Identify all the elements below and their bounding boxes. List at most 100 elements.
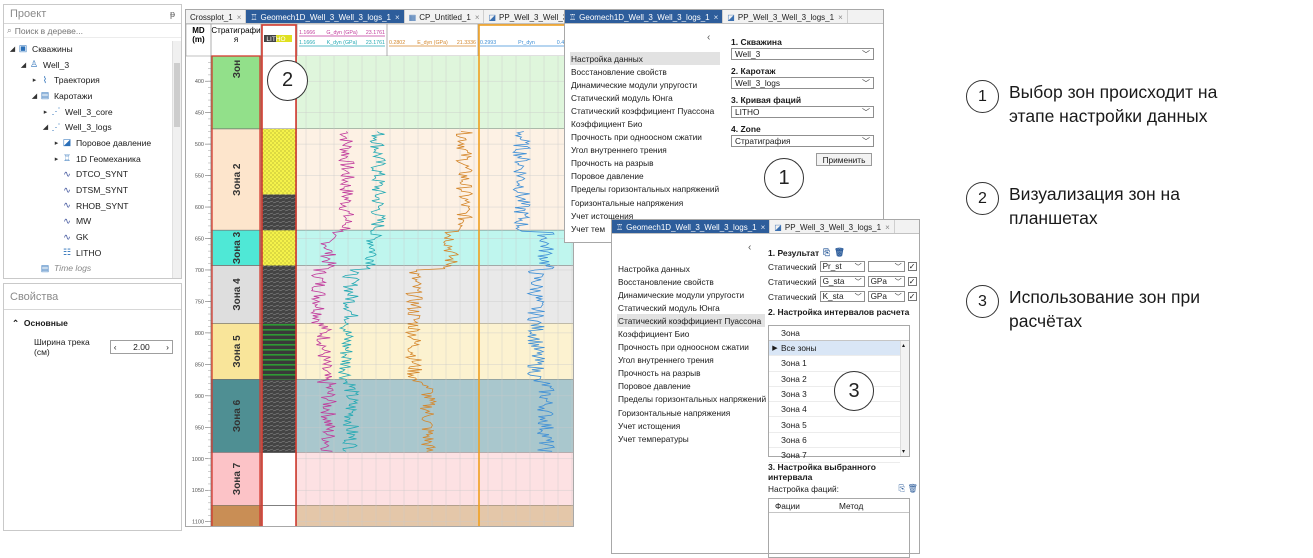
- tree-item[interactable]: ▸ ◪ Поровое давление: [4, 135, 172, 151]
- settings-menu-item[interactable]: Горизонтальные напряжения: [617, 406, 765, 419]
- settings-menu-item[interactable]: Восстановление свойств: [570, 65, 720, 78]
- tree-item[interactable]: ◢ ▣ Скважины: [4, 41, 172, 57]
- tree-item[interactable]: ∿ MW: [4, 214, 172, 230]
- tree-item[interactable]: ◢ ⋰ Well_3_logs: [4, 119, 172, 135]
- expand-icon[interactable]: ▸: [52, 155, 61, 163]
- zone-row[interactable]: ▶ Все зоны: [769, 341, 900, 357]
- collapse-icon[interactable]: ◢: [41, 123, 50, 131]
- tab[interactable]: ◪PP_Well_3_Well_3_logs_1×: [484, 10, 573, 23]
- settings-menu-item[interactable]: Статический коэффициент Пуассона: [570, 104, 720, 117]
- collapse-icon[interactable]: ◢: [8, 45, 17, 53]
- tree-item[interactable]: ▸ ⋰ Well_3_core: [4, 104, 172, 120]
- result-curve-select[interactable]: Pr_st ﹀: [819, 261, 865, 272]
- close-icon[interactable]: ×: [838, 13, 843, 22]
- tree-item[interactable]: ▸ ⌇ Траектория: [4, 72, 172, 88]
- expand-icon[interactable]: ▸: [30, 76, 39, 84]
- tab[interactable]: ◪PP_Well_3_Well_3_logs_1×: [770, 220, 895, 233]
- field-select[interactable]: Well_3_logs ﹀: [731, 77, 874, 89]
- settings-menu-item[interactable]: Прочность на разрыв: [617, 367, 765, 380]
- settings-menu-item[interactable]: Поровое давление: [617, 380, 765, 393]
- settings-menu-item[interactable]: Поровое давление: [570, 170, 720, 183]
- close-icon[interactable]: ×: [885, 223, 890, 232]
- result-unit-select[interactable]: GPa ﹀: [867, 276, 905, 287]
- tree-item[interactable]: ∿ RHOB_SYNT: [4, 198, 172, 214]
- tab[interactable]: Crossplot_1 ×: [186, 10, 247, 23]
- expand-icon[interactable]: ▸: [52, 139, 61, 147]
- settings-menu-item[interactable]: Горизонтальные напряжения: [570, 196, 720, 209]
- zone-row[interactable]: Зона 4: [769, 402, 900, 418]
- zone-table-scrollbar[interactable]: ▴ ▾: [900, 341, 909, 456]
- settings-menu-item[interactable]: Восстановление свойств: [617, 275, 765, 288]
- collapse-menu-icon[interactable]: ‹: [707, 32, 710, 43]
- tab[interactable]: ♖ Geomech1D_Well_3_Well_3_logs_1 ×: [246, 10, 405, 23]
- close-icon[interactable]: ×: [395, 13, 400, 22]
- tree-item[interactable]: ∿ DTCO_SYNT: [4, 167, 172, 183]
- settings-menu-item[interactable]: Статический модуль Юнга: [617, 301, 765, 314]
- settings-menu-item[interactable]: Статический коэффициент Пуассона: [617, 314, 765, 328]
- close-icon[interactable]: ×: [237, 13, 242, 22]
- settings-menu-item[interactable]: Динамические модули упругости: [617, 288, 765, 301]
- collapse-menu-icon[interactable]: ‹: [748, 242, 751, 253]
- settings-menu-item[interactable]: Настройка данных: [570, 52, 720, 66]
- strat-zone[interactable]: [210, 505, 262, 527]
- field-select[interactable]: LITHO ﹀: [731, 106, 874, 118]
- collapse-icon[interactable]: ◢: [30, 92, 39, 100]
- settings-menu-item[interactable]: Коэффициент Био: [570, 117, 720, 130]
- tree-item[interactable]: ∿ GK: [4, 229, 172, 245]
- settings-menu-item[interactable]: Коэффициент Био: [617, 327, 765, 340]
- tree-item[interactable]: ▸ ♖ 1D Геомеханика: [4, 151, 172, 167]
- tab[interactable]: ♖ Geomech1D_Well_3_Well_3_logs_1 ×: [612, 220, 771, 233]
- tree-search-input[interactable]: [14, 25, 165, 36]
- add-facies-icon[interactable]: ⎘: [899, 483, 906, 493]
- decrement-icon[interactable]: ‹: [114, 342, 117, 352]
- scroll-down-icon[interactable]: ▾: [902, 448, 905, 455]
- collapse-icon[interactable]: ◢: [19, 61, 28, 69]
- increment-icon[interactable]: ›: [166, 342, 169, 352]
- apply-button[interactable]: Применить: [816, 153, 872, 166]
- settings-menu-item[interactable]: Статический модуль Юнга: [570, 91, 720, 104]
- close-icon[interactable]: ×: [714, 13, 719, 22]
- close-icon[interactable]: ×: [475, 13, 480, 22]
- close-icon[interactable]: ×: [761, 223, 766, 232]
- delete-facies-icon[interactable]: 🗑: [907, 483, 918, 493]
- add-icon[interactable]: ⎘: [823, 247, 830, 258]
- settings-menu-item[interactable]: Настройка данных: [617, 262, 765, 275]
- result-checkbox[interactable]: ✓: [907, 277, 917, 286]
- result-curve-select[interactable]: G_sta ﹀: [819, 276, 865, 287]
- properties-section[interactable]: ⌃ Основные: [4, 310, 181, 329]
- zone-row[interactable]: Зона 1: [769, 356, 900, 372]
- scroll-up-icon[interactable]: ▴: [902, 342, 905, 349]
- tree-item[interactable]: ◢ ▤ Каротажи: [4, 88, 172, 104]
- settings-menu-item[interactable]: Прочность при одноосном сжатии: [570, 131, 720, 144]
- settings-menu-item[interactable]: Прочность на разрыв: [570, 157, 720, 170]
- tab[interactable]: ▦ CP_Untitled_1 ×: [405, 10, 485, 23]
- result-unit-select[interactable]: ﹀: [867, 261, 905, 272]
- tree-item[interactable]: ☷ LITHO: [4, 245, 172, 261]
- delete-icon[interactable]: 🗑: [834, 247, 845, 258]
- settings-menu-item[interactable]: Учет температуры: [617, 432, 765, 445]
- tree-item[interactable]: ▤ Time logs: [4, 261, 172, 277]
- pin-icon[interactable]: ᵽ: [170, 9, 175, 19]
- settings-menu-item[interactable]: Учет истощения: [617, 419, 765, 432]
- settings-menu-item[interactable]: Пределы горизонтальных напряжений: [617, 393, 766, 406]
- result-curve-select[interactable]: K_sta ﹀: [819, 291, 865, 302]
- field-select[interactable]: Well_3 ﹀: [731, 48, 874, 60]
- tree-scrollbar[interactable]: [172, 41, 181, 278]
- tree-scroll-thumb[interactable]: [174, 63, 180, 127]
- result-unit-select[interactable]: GPa ﹀: [867, 291, 905, 302]
- tab[interactable]: ♖ Geomech1D_Well_3_Well_3_logs_1 ×: [565, 10, 724, 23]
- tree-item[interactable]: ◢ ♙ Well_3: [4, 57, 172, 73]
- settings-menu-item[interactable]: Угол внутреннего трения: [570, 144, 720, 157]
- settings-menu-item[interactable]: Прочность при одноосном сжатии: [617, 341, 765, 354]
- result-checkbox[interactable]: ✓: [907, 262, 917, 271]
- settings-menu-item[interactable]: Динамические модули упругости: [570, 78, 720, 91]
- tree-item[interactable]: ∿ DTSM_SYNT: [4, 182, 172, 198]
- zone-row[interactable]: Зона 5: [769, 417, 900, 433]
- expand-icon[interactable]: ▸: [41, 108, 50, 116]
- settings-menu-item[interactable]: Пределы горизонтальных напряжений: [570, 183, 720, 196]
- settings-menu-item[interactable]: Угол внутреннего трения: [617, 354, 765, 367]
- track-width-stepper[interactable]: ‹ 2.00 ›: [109, 340, 173, 354]
- zone-row[interactable]: Зона 6: [769, 433, 900, 449]
- tab[interactable]: ◪PP_Well_3_Well_3_logs_1×: [723, 10, 848, 23]
- field-select[interactable]: Стратиграфия ﹀: [731, 135, 874, 147]
